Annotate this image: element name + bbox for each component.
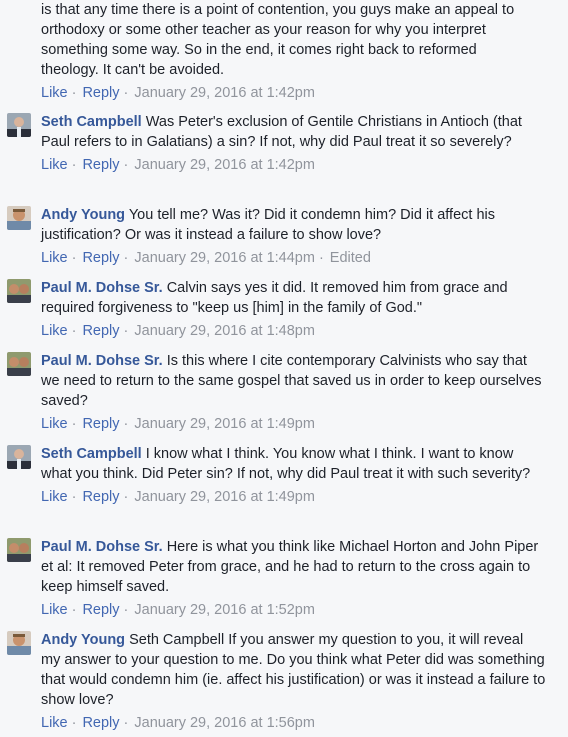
- reply-link[interactable]: Reply: [82, 416, 119, 432]
- comment-actions: Like · Reply · January 29, 2016 at 1:49pm: [41, 414, 546, 434]
- like-link[interactable]: Like: [41, 489, 68, 505]
- avatar[interactable]: [7, 352, 31, 376]
- comment-text: is that any time there is a point of con…: [41, 2, 515, 78]
- reply-link[interactable]: Reply: [82, 323, 119, 339]
- like-link[interactable]: Like: [41, 715, 68, 731]
- reply-link[interactable]: Reply: [82, 602, 119, 618]
- comment-timestamp[interactable]: January 29, 2016 at 1:44pm: [134, 250, 315, 266]
- comment-timestamp[interactable]: January 29, 2016 at 1:49pm: [134, 489, 315, 505]
- comment-author[interactable]: Paul M. Dohse Sr.: [41, 539, 163, 555]
- like-link[interactable]: Like: [41, 602, 68, 618]
- like-link[interactable]: Like: [41, 323, 68, 339]
- comment-timestamp[interactable]: January 29, 2016 at 1:48pm: [134, 323, 315, 339]
- comment-thread: is that any time there is a point of con…: [0, 0, 568, 737]
- comment-timestamp[interactable]: January 29, 2016 at 1:42pm: [134, 157, 315, 173]
- separator: ·: [123, 416, 129, 432]
- separator: ·: [123, 602, 129, 618]
- separator: ·: [318, 250, 324, 266]
- separator: ·: [123, 85, 129, 101]
- separator: ·: [71, 602, 77, 618]
- reply-link[interactable]: Reply: [82, 85, 119, 101]
- comment-timestamp[interactable]: January 29, 2016 at 1:56pm: [134, 715, 315, 731]
- separator: ·: [71, 416, 77, 432]
- like-link[interactable]: Like: [41, 85, 68, 101]
- reply-link[interactable]: Reply: [82, 157, 119, 173]
- separator: ·: [123, 489, 129, 505]
- comment-author[interactable]: Andy Young: [41, 632, 125, 648]
- like-link[interactable]: Like: [41, 416, 68, 432]
- comment-author[interactable]: Paul M. Dohse Sr.: [41, 280, 163, 296]
- comment-actions: Like · Reply · January 29, 2016 at 1:48pm: [41, 321, 546, 341]
- comment-actions: Like · Reply · January 29, 2016 at 1:56pm: [41, 713, 546, 733]
- separator: ·: [123, 323, 129, 339]
- comment-author[interactable]: Paul M. Dohse Sr.: [41, 353, 163, 369]
- avatar[interactable]: [7, 206, 31, 230]
- avatar[interactable]: [7, 631, 31, 655]
- edited-label[interactable]: Edited: [330, 250, 371, 266]
- comment-timestamp[interactable]: January 29, 2016 at 1:42pm: [134, 85, 315, 101]
- separator: ·: [123, 157, 129, 173]
- avatar[interactable]: [7, 279, 31, 303]
- avatar[interactable]: [7, 113, 31, 137]
- comment-timestamp[interactable]: January 29, 2016 at 1:49pm: [134, 416, 315, 432]
- like-link[interactable]: Like: [41, 157, 68, 173]
- separator: ·: [123, 715, 129, 731]
- comment-actions: Like · Reply · January 29, 2016 at 1:44pm · Ed…: [41, 248, 546, 268]
- comment-actions: Like · Reply · January 29, 2016 at 1:49pm: [41, 487, 546, 507]
- comment-actions: Like · Reply · January 29, 2016 at 1:42pm: [41, 155, 546, 175]
- separator: ·: [71, 489, 77, 505]
- separator: ·: [71, 715, 77, 731]
- comment-author[interactable]: Seth Campbell: [41, 446, 142, 462]
- comment-actions: Like · Reply · January 29, 2016 at 1:52pm: [41, 600, 546, 620]
- separator: ·: [71, 85, 77, 101]
- comment-actions: Like · Reply · January 29, 2016 at 1:42pm: [41, 83, 546, 103]
- comment-author[interactable]: Seth Campbell: [41, 114, 142, 130]
- separator: ·: [123, 250, 129, 266]
- separator: ·: [71, 157, 77, 173]
- comment-author[interactable]: Andy Young: [41, 207, 125, 223]
- avatar[interactable]: [7, 538, 31, 562]
- reply-link[interactable]: Reply: [82, 250, 119, 266]
- avatar[interactable]: [7, 445, 31, 469]
- reply-link[interactable]: Reply: [82, 715, 119, 731]
- like-link[interactable]: Like: [41, 250, 68, 266]
- separator: ·: [71, 323, 77, 339]
- reply-link[interactable]: Reply: [82, 489, 119, 505]
- comment-timestamp[interactable]: January 29, 2016 at 1:52pm: [134, 602, 315, 618]
- separator: ·: [71, 250, 77, 266]
